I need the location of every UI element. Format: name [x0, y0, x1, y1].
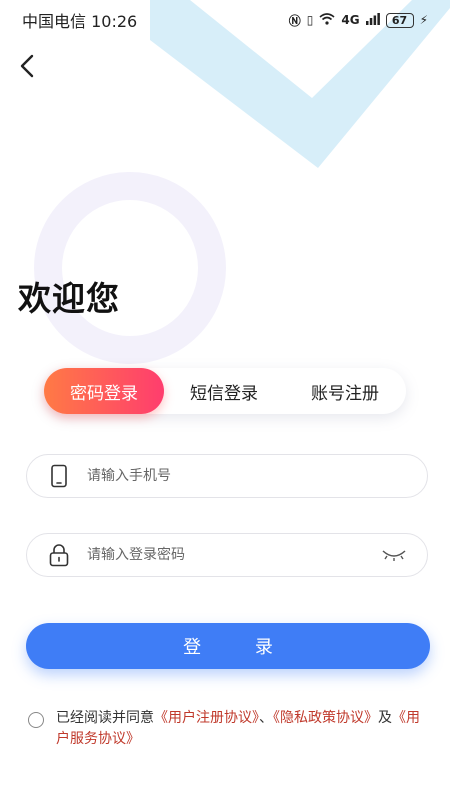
agreement-prefix: 已经阅读并同意 [56, 710, 154, 726]
network-type: 4G [341, 13, 360, 27]
phone-field [26, 454, 428, 498]
login-button[interactable]: 登 录 [26, 623, 430, 669]
user-agreement-link[interactable]: 《用户注册协议》 [154, 710, 259, 726]
eye-closed-icon[interactable] [381, 545, 409, 565]
phone-icon [47, 464, 71, 488]
tab-sms-login[interactable]: 短信登录 [164, 368, 284, 414]
charging-icon: ⚡ [419, 13, 428, 27]
carrier-label: 中国电信 [22, 12, 87, 31]
privacy-policy-link[interactable]: 《隐私政策协议》 [273, 710, 378, 726]
login-mode-tabs: 密码登录 短信登录 账号注册 [44, 368, 406, 414]
agreement-and: 及 [378, 710, 392, 726]
status-bar: 中国电信 10:26 Ⓝ ▯ 4G 67 ⚡ [0, 0, 450, 40]
status-time: 10:26 [91, 12, 138, 31]
password-input[interactable] [85, 546, 381, 564]
agreement: 已经阅读并同意《用户注册协议》、《隐私政策协议》及《用户服务协议》 [28, 708, 428, 750]
agreement-text: 已经阅读并同意《用户注册协议》、《隐私政策协议》及《用户服务协议》 [56, 708, 428, 750]
password-field [26, 533, 428, 577]
status-icons: Ⓝ ▯ 4G 67 ⚡ [289, 12, 428, 29]
agreement-checkbox[interactable] [28, 712, 44, 728]
status-left: 中国电信 10:26 [22, 8, 137, 32]
battery-icon: 67 [385, 12, 414, 28]
battery-level: 67 [391, 13, 408, 27]
welcome-title: 欢迎您 [18, 279, 120, 318]
nfc-icon: Ⓝ [288, 13, 301, 28]
vibrate-icon: ▯ [306, 13, 314, 27]
back-button[interactable] [14, 50, 42, 82]
background-ring [34, 172, 226, 364]
agreement-separator: 、 [259, 710, 273, 726]
phone-input[interactable] [85, 467, 427, 485]
wifi-icon [319, 12, 335, 28]
lock-icon [47, 543, 71, 567]
tab-password-login[interactable]: 密码登录 [44, 368, 164, 414]
signal-icon [365, 12, 380, 28]
chevron-left-icon [20, 54, 34, 78]
tab-account-register[interactable]: 账号注册 [284, 368, 406, 414]
